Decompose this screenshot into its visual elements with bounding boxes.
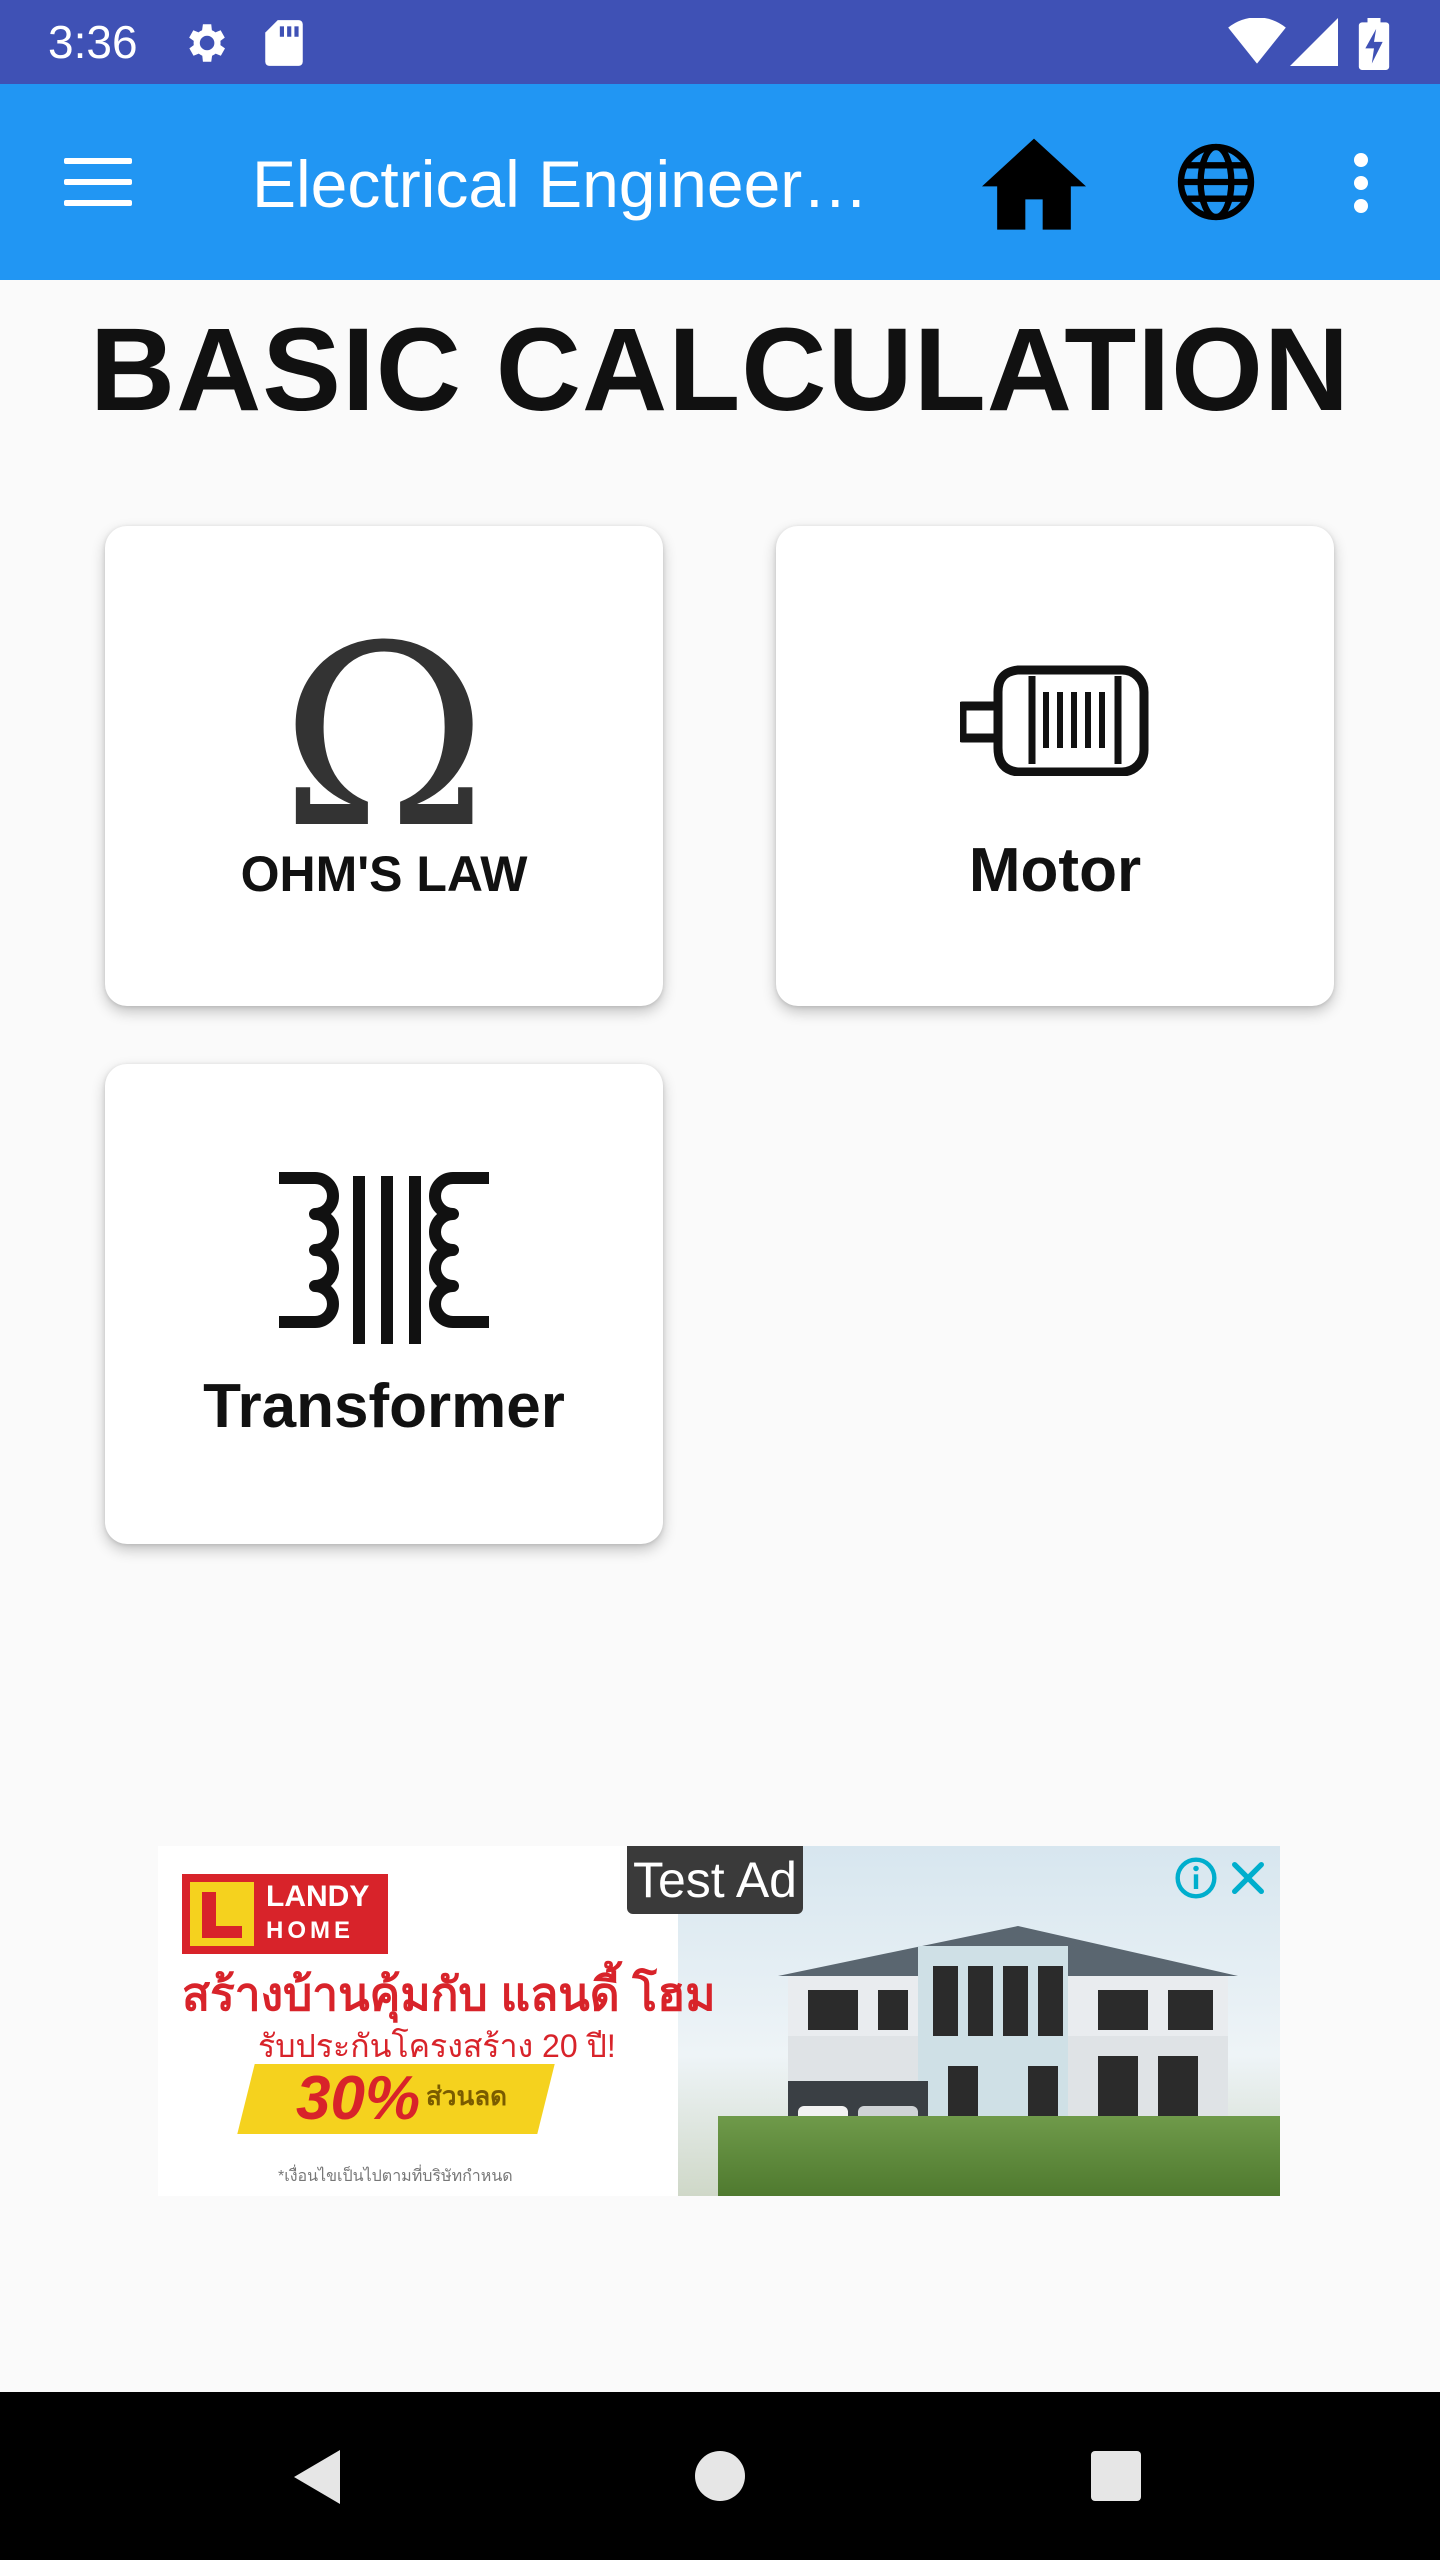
- ad-lawn: [718, 2116, 1280, 2196]
- status-time: 3:36: [48, 16, 138, 68]
- menu-icon[interactable]: [64, 156, 134, 208]
- ad-logo-mark-icon: [190, 1882, 254, 1946]
- home-circle-icon[interactable]: [694, 2450, 746, 2502]
- ad-promo-note: ส่วนลด: [426, 2081, 508, 2111]
- omega-icon: Ω: [280, 624, 487, 838]
- back-icon[interactable]: [290, 2446, 344, 2508]
- system-nav-bar: [0, 2392, 1440, 2560]
- settings-icon: [189, 24, 225, 62]
- motor-card[interactable]: Motor: [776, 526, 1334, 1006]
- signal-icon: [1290, 18, 1338, 66]
- app-bar: Electrical Engineer…: [0, 84, 1440, 280]
- ad-close-icon[interactable]: [1228, 1858, 1268, 1898]
- ad-brand-logo: LANDY HOME: [182, 1874, 388, 1954]
- svg-text:Ω: Ω: [280, 624, 487, 838]
- wifi-icon: [1228, 18, 1286, 64]
- battery-charging-icon: [1358, 18, 1390, 70]
- ad-promo-percent: 30%: [296, 2064, 421, 2133]
- transformer-label: Transformer: [203, 1372, 565, 1441]
- motor-icon: [960, 665, 1149, 776]
- ohms-law-card[interactable]: Ω OHM'S LAW: [105, 526, 663, 1006]
- app-title: Electrical Engineer…: [252, 147, 869, 221]
- transformer-icon: [279, 1172, 489, 1344]
- ad-info-icon[interactable]: [1174, 1856, 1218, 1900]
- sd-card-icon: [265, 20, 303, 66]
- ad-brand-line1: LANDY: [266, 1880, 370, 1913]
- ohms-law-label: OHM'S LAW: [240, 846, 528, 902]
- ad-banner[interactable]: LANDY HOME สร้างบ้านคุ้มกับ แลนดี้ โฮม ร…: [158, 1846, 1280, 2196]
- ad-fineprint: *เงื่อนไขเป็นไปตามที่บริษัทกำหนด: [278, 2168, 513, 2185]
- ad-subline: รับประกันโครงสร้าง 20 ปี!: [258, 2028, 616, 2064]
- page-title: BASIC CALCULATION: [89, 304, 1351, 436]
- status-bar: 3:36: [0, 0, 1440, 84]
- ad-headline: สร้างบ้านคุ้มกับ แลนดี้ โฮม: [182, 1968, 716, 2020]
- more-vert-icon[interactable]: [1350, 150, 1372, 216]
- ad-brand-line2: HOME: [266, 1917, 354, 1944]
- home-icon[interactable]: [982, 134, 1086, 230]
- transformer-card[interactable]: Transformer: [105, 1064, 663, 1544]
- ad-test-badge: Test Ad: [627, 1846, 803, 1914]
- recents-icon[interactable]: [1090, 2450, 1142, 2502]
- globe-icon[interactable]: [1176, 142, 1256, 222]
- motor-label: Motor: [968, 836, 1142, 905]
